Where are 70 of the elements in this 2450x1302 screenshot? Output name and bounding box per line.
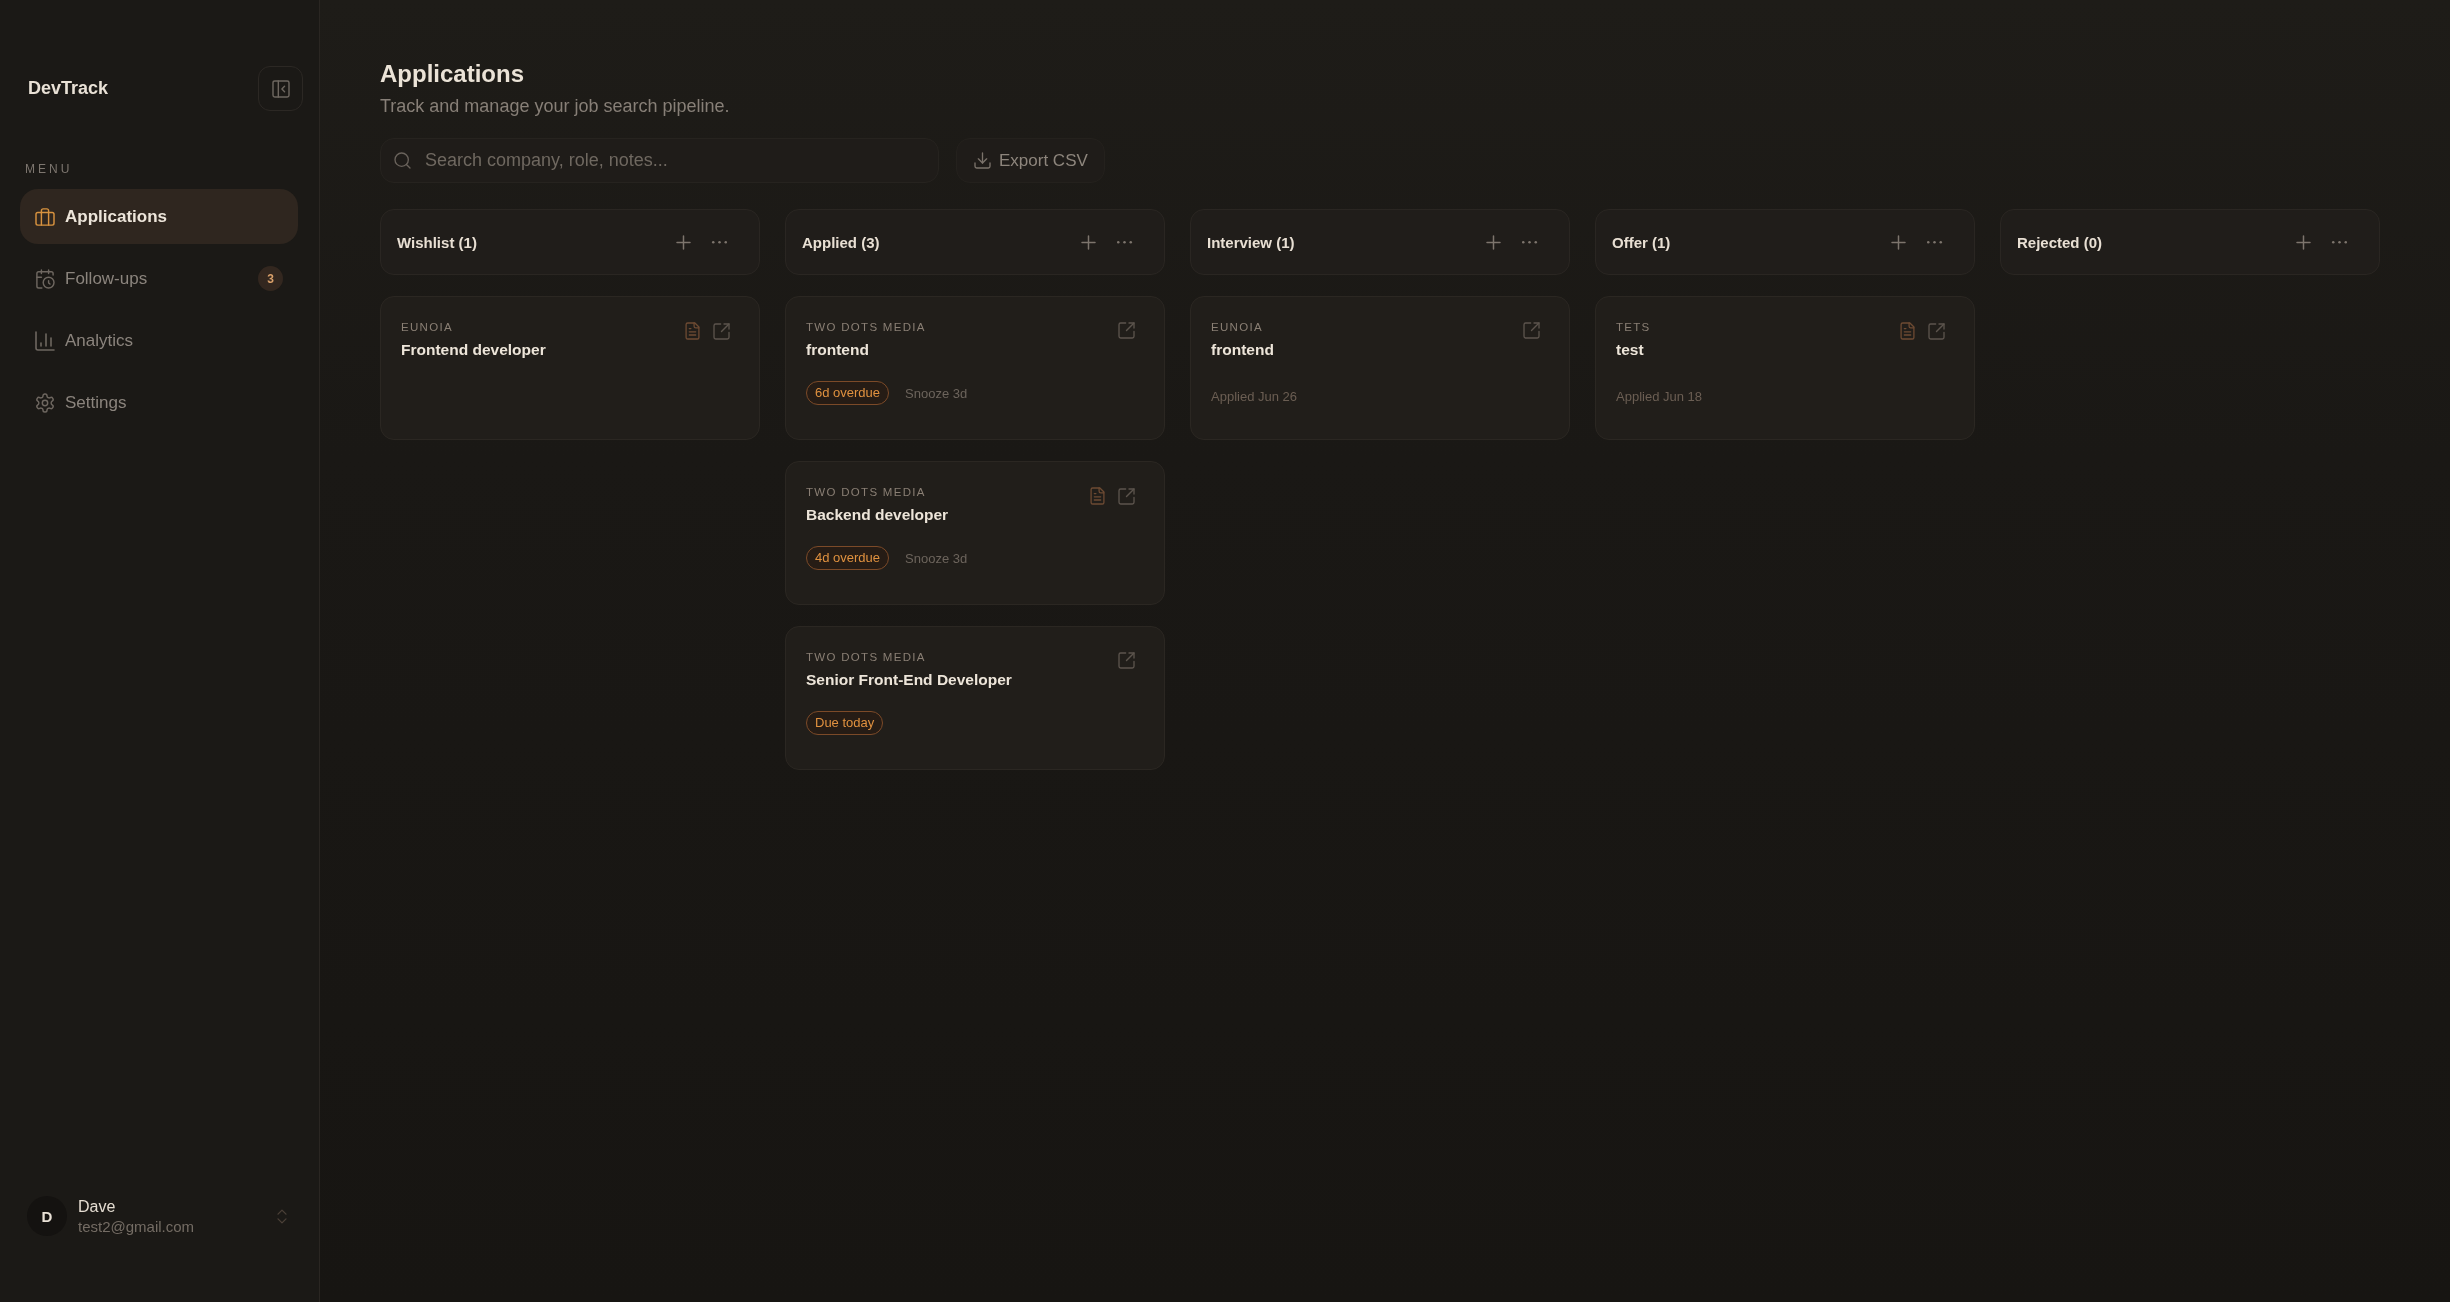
nav-item[interactable]: Follow-ups 3 (20, 251, 298, 306)
add-icon[interactable] (1082, 235, 1095, 249)
chevron-up-down-icon[interactable] (278, 1209, 286, 1223)
document-icon[interactable] (1091, 488, 1104, 504)
add-icon[interactable] (677, 235, 690, 249)
more-options-icon[interactable] (1522, 240, 1537, 244)
user-email: test2@gmail.com (78, 1217, 195, 1236)
external-link-icon[interactable] (1119, 323, 1134, 338)
external-link-icon[interactable] (1524, 323, 1539, 338)
job-title: frontend (806, 340, 869, 360)
more-options-icon[interactable] (2332, 240, 2347, 244)
job-title: Backend developer (806, 505, 949, 525)
external-link-icon[interactable] (714, 323, 729, 339)
application-card[interactable]: TETS test Applied Jun 18 (1595, 296, 1975, 440)
add-icon[interactable] (1892, 235, 1905, 249)
external-link-icon[interactable] (1119, 488, 1134, 504)
company-name: TWO DOTS MEDIA (806, 485, 926, 500)
user-name: Dave (78, 1196, 116, 1216)
section-label: MENU (25, 162, 73, 176)
external-link-icon[interactable] (1929, 323, 1944, 339)
briefcase-icon (36, 207, 54, 226)
column-title: Interview (1) (1207, 233, 1295, 251)
application-card[interactable]: EUNOIA Frontend developer (380, 296, 760, 440)
nav-item[interactable]: Settings (20, 375, 298, 430)
more-options-icon[interactable] (712, 240, 727, 244)
add-icon[interactable] (2297, 235, 2310, 249)
add-icon[interactable] (1487, 235, 1500, 249)
application-card[interactable]: TWO DOTS MEDIA Senior Front-End Developer Due today (785, 626, 1165, 770)
column-title: Applied (3) (802, 233, 880, 251)
job-title: frontend (1211, 340, 1274, 360)
document-icon[interactable] (686, 323, 699, 339)
follow-up-badge: 6d overdue (806, 381, 890, 405)
applied-date: Applied Jun 26 (1211, 389, 1297, 405)
avatar: D (27, 1196, 67, 1236)
settings-icon (36, 393, 54, 412)
app-name: DevTrack (28, 78, 109, 99)
search-field[interactable]: Search company, role, notes... (380, 138, 939, 183)
job-title: Frontend developer (401, 340, 546, 360)
application-card[interactable]: TWO DOTS MEDIA frontend 6d overdue Snooze 3d (785, 296, 1165, 440)
company-name: TETS (1616, 320, 1651, 335)
column-title: Offer (1) (1612, 233, 1671, 251)
nav-item[interactable]: Analytics (20, 313, 298, 368)
collapse-sidebar-button[interactable] (258, 66, 303, 111)
follow-up-badge: Due today (806, 711, 884, 735)
page-title: Applications (380, 59, 525, 89)
company-name: EUNOIA (401, 320, 453, 335)
column-title: Wishlist (1) (397, 233, 477, 251)
application-card[interactable]: EUNOIA frontend Applied Jun 26 (1190, 296, 1570, 440)
page-subtitle: Track and manage your job search pipeline. (380, 95, 731, 118)
column-title: Rejected (0) (2017, 233, 2103, 251)
nav-item[interactable]: Applications (20, 189, 298, 244)
more-options-icon[interactable] (1927, 240, 1942, 244)
job-title: test (1616, 340, 1644, 360)
export-csv-button[interactable]: Export CSV (956, 138, 1105, 183)
applied-date: Applied Jun 18 (1616, 389, 1702, 405)
calendar-clock-icon (36, 269, 54, 288)
count-badge: 3 (258, 266, 283, 291)
job-title: Senior Front-End Developer (806, 670, 1012, 690)
bar-chart-icon (36, 331, 54, 350)
document-icon[interactable] (1901, 323, 1914, 339)
download-icon (975, 153, 990, 168)
follow-up-badge: 4d overdue (806, 546, 890, 570)
search-icon (395, 153, 410, 168)
panel-left-icon (272, 80, 289, 97)
external-link-icon[interactable] (1119, 653, 1134, 668)
application-card[interactable]: TWO DOTS MEDIA Backend developer 4d overdue Snooze 3d (785, 461, 1165, 605)
company-name: EUNOIA (1211, 320, 1263, 335)
company-name: TWO DOTS MEDIA (806, 650, 926, 665)
more-options-icon[interactable] (1117, 240, 1132, 244)
company-name: TWO DOTS MEDIA (806, 320, 926, 335)
